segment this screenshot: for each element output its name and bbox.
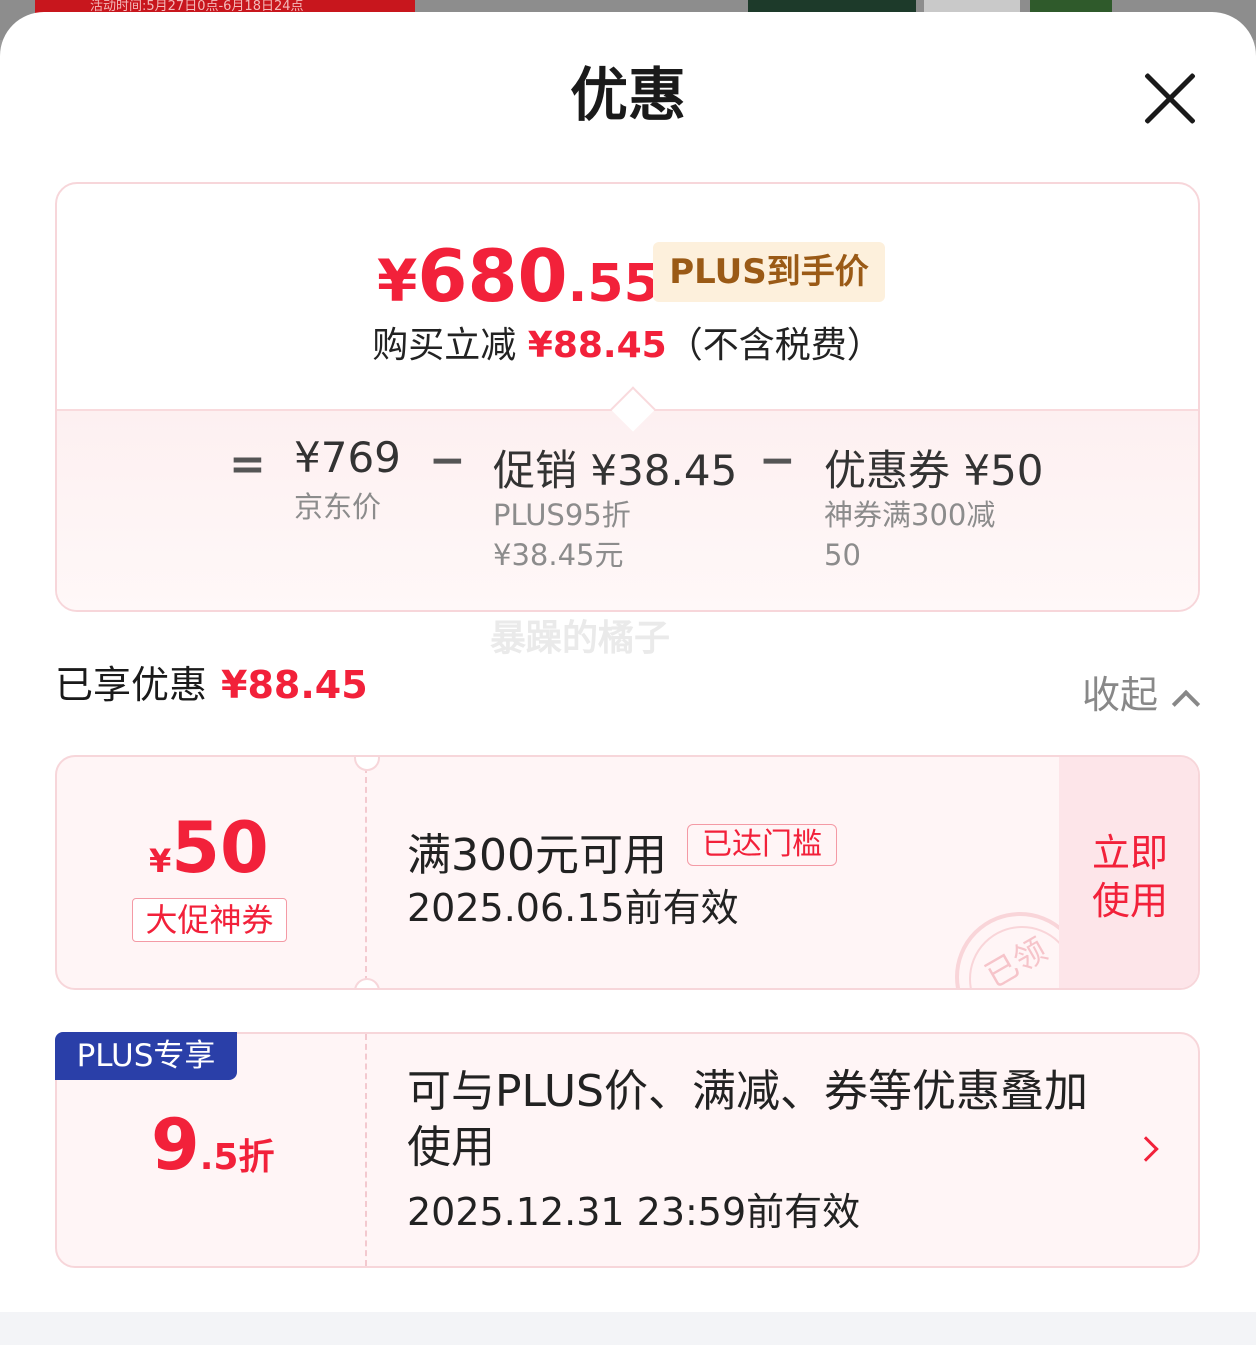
enjoyed-label: 已享优惠 <box>55 663 208 707</box>
reduce-amount: ¥88.45 <box>527 325 667 366</box>
promo-detail-line1: PLUS95折 <box>493 498 631 532</box>
final-price: ¥680.55 <box>377 234 660 318</box>
enjoyed-discount: 已享优惠 ¥88.45 <box>55 654 368 709</box>
sheet-title: 优惠 <box>569 61 686 129</box>
minus-sign: − <box>429 435 466 486</box>
chevron-up-icon <box>1171 689 1201 719</box>
coupon-detail-line2: 50 <box>824 538 861 572</box>
reduce-note: （不含税费） <box>666 325 883 366</box>
promo-detail-line2: ¥38.45元 <box>493 538 624 572</box>
close-icon[interactable] <box>1140 68 1200 128</box>
jd-price: ¥769 <box>294 433 401 482</box>
plus-card-divider <box>365 1034 367 1266</box>
use-now-button[interactable]: 立即使用 <box>1059 757 1198 988</box>
collapse-label: 收起 <box>1082 673 1159 717</box>
coupon-condition: 满300元可用 <box>407 830 667 881</box>
threshold-reached-badge: 已达门槛 <box>687 824 837 866</box>
enjoyed-amount: ¥88.45 <box>221 663 368 707</box>
price-integer: 680 <box>417 234 568 318</box>
coupon-value: ¥50 <box>149 807 269 889</box>
bottom-bar <box>0 1312 1256 1345</box>
minus-sign: − <box>759 435 796 486</box>
coupon-currency: ¥ <box>149 842 172 880</box>
price-breakdown: = ¥769 京东价 − 促销 ¥38.45 PLUS95折 ¥38.45元 −… <box>57 409 1198 610</box>
discount-major: 9 <box>151 1104 200 1186</box>
coupon-detail-line1: 神券满300减 <box>824 498 996 532</box>
coupon-amount: 优惠券 ¥50 <box>824 446 1044 495</box>
reduce-line: 购买立减 ¥88.45（不含税费） <box>57 316 1198 368</box>
plus-description: 可与PLUS价、满减、券等优惠叠加使用 <box>407 1066 1088 1173</box>
coupon-divider <box>365 767 367 982</box>
plus-discount-value: 9.5折 <box>151 1104 274 1186</box>
equals-sign: = <box>229 439 266 490</box>
promo-amount: 促销 ¥38.45 <box>493 446 738 495</box>
discount-minor: .5折 <box>199 1137 275 1178</box>
price-currency: ¥ <box>377 247 418 315</box>
coupon-number: 50 <box>171 807 269 889</box>
use-now-label: 立即使用 <box>1092 831 1169 923</box>
plus-price-badge: PLUS到手价 <box>653 242 885 302</box>
coupon-type-tag: 大促神券 <box>132 898 287 942</box>
watermark: 暴躁的橘子 <box>490 618 671 659</box>
price-summary-card: ¥680.55 PLUS到手价 购买立减 ¥88.45（不含税费） = ¥769… <box>55 182 1200 612</box>
reduce-label: 购买立减 <box>372 325 517 366</box>
jd-price-label: 京东价 <box>294 490 382 524</box>
coupon-card: ¥50 大促神券 满300元可用 已达门槛 2025.06.15前有效 已领 立… <box>55 755 1200 990</box>
chevron-right-icon <box>1133 1136 1159 1162</box>
price-decimal: .55 <box>567 254 660 314</box>
coupon-value-area: ¥50 大促神券 <box>57 757 365 988</box>
coupon-validity: 2025.06.15前有效 <box>407 886 739 930</box>
discount-sheet: 优惠 ¥680.55 PLUS到手价 购买立减 ¥88.45（不含税费） = ¥… <box>0 12 1256 1345</box>
collapse-button[interactable]: 收起 <box>1082 664 1201 719</box>
plus-exclusive-tag: PLUS专享 <box>55 1032 237 1080</box>
plus-validity: 2025.12.31 23:59前有效 <box>407 1190 861 1234</box>
plus-discount-card[interactable]: PLUS专享 9.5折 可与PLUS价、满减、券等优惠叠加使用 2025.12.… <box>55 1032 1200 1268</box>
